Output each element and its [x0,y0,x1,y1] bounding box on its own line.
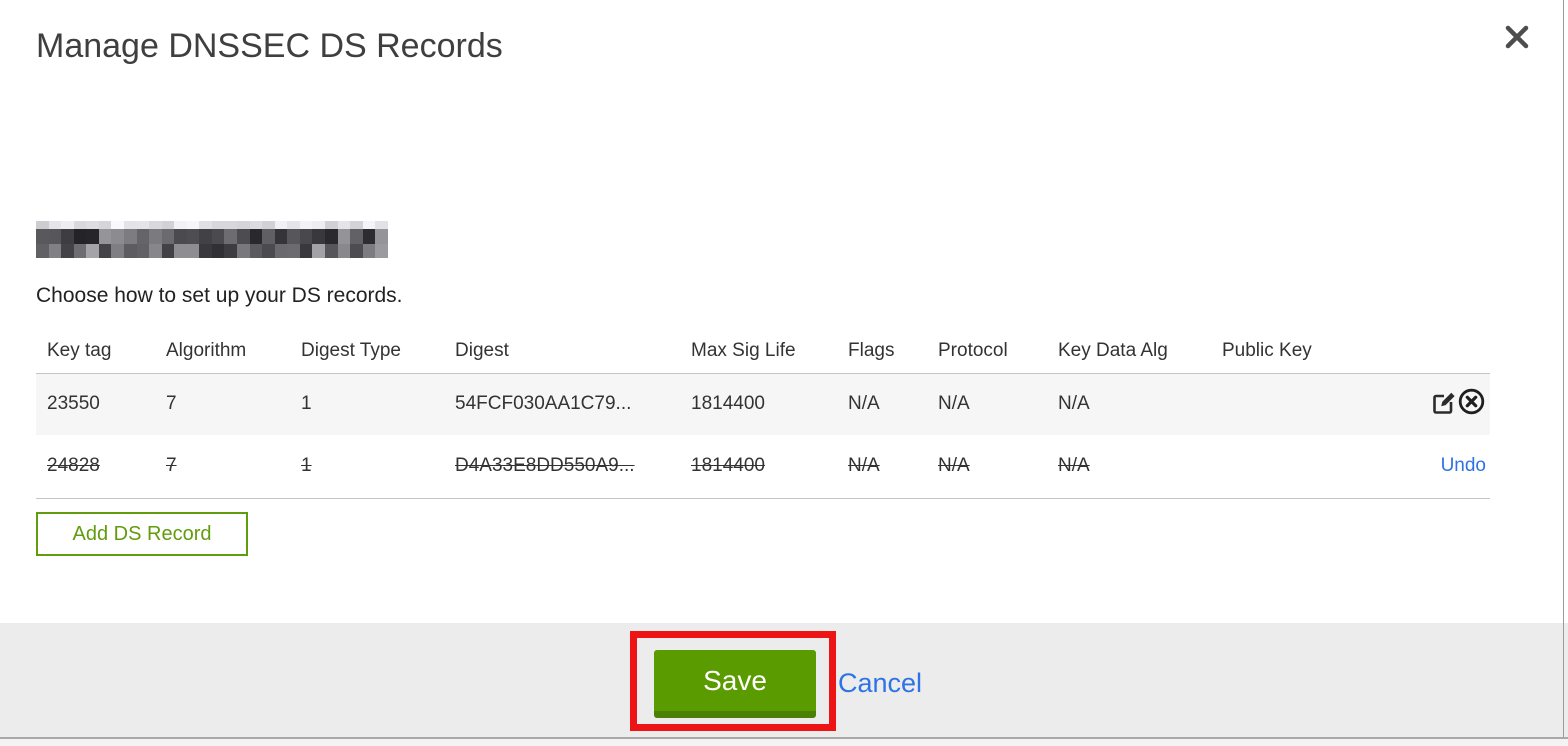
cell-key-data-alg: N/A [1058,455,1090,477]
col-header-key-tag: Key tag [36,330,155,374]
modal-right-edge [1563,0,1564,739]
cell-digest-type: 1 [301,393,312,415]
page-background-strip [0,739,1568,746]
col-header-flags: Flags [837,330,927,374]
cell-key-tag: 23550 [47,393,100,415]
cell-algorithm: 7 [166,455,177,477]
cell-digest: D4A33E8DD550A9... [455,455,635,477]
cell-protocol: N/A [938,455,970,477]
add-ds-record-button[interactable]: Add DS Record [36,512,248,556]
table-row: 23550 7 1 54FCF030AA1C79... 1814400 N/A … [36,373,1490,435]
close-icon[interactable] [1500,20,1534,54]
cell-protocol: N/A [938,393,970,415]
col-header-algorithm: Algorithm [155,330,290,374]
cell-flags: N/A [848,455,880,477]
cell-digest: 54FCF030AA1C79... [455,393,632,415]
col-header-key-data-alg: Key Data Alg [1047,330,1211,374]
col-header-max-sig-life: Max Sig Life [680,330,837,374]
cell-flags: N/A [848,393,880,415]
page-title: Manage DNSSEC DS Records [36,27,503,65]
dnssec-ds-records-modal: Manage DNSSEC DS Records Choose how to s… [0,0,1568,746]
save-button[interactable]: Save [654,650,816,718]
cell-max-sig-life: 1814400 [691,393,765,415]
cancel-link[interactable]: Cancel [838,668,922,699]
col-header-digest: Digest [444,330,680,374]
col-header-protocol: Protocol [927,330,1047,374]
undo-link[interactable]: Undo [1441,455,1486,476]
delete-record-icon[interactable] [1457,387,1486,422]
table-header-row: Key tag Algorithm Digest Type Digest Max… [36,330,1490,374]
col-header-digest-type: Digest Type [290,330,444,374]
cell-digest-type: 1 [301,455,312,477]
redacted-domain [36,221,388,258]
ds-records-table: Key tag Algorithm Digest Type Digest Max… [36,330,1490,499]
cell-key-data-alg: N/A [1058,393,1090,415]
cell-algorithm: 7 [166,393,177,415]
cell-max-sig-life: 1814400 [691,455,765,477]
subtitle-text: Choose how to set up your DS records. [36,284,403,307]
col-header-public-key: Public Key [1211,330,1361,374]
cell-key-tag: 24828 [47,455,100,477]
col-header-actions [1361,330,1490,374]
edit-record-icon[interactable] [1430,388,1457,421]
table-row: 24828 7 1 D4A33E8DD550A9... 1814400 N/A … [36,435,1490,499]
